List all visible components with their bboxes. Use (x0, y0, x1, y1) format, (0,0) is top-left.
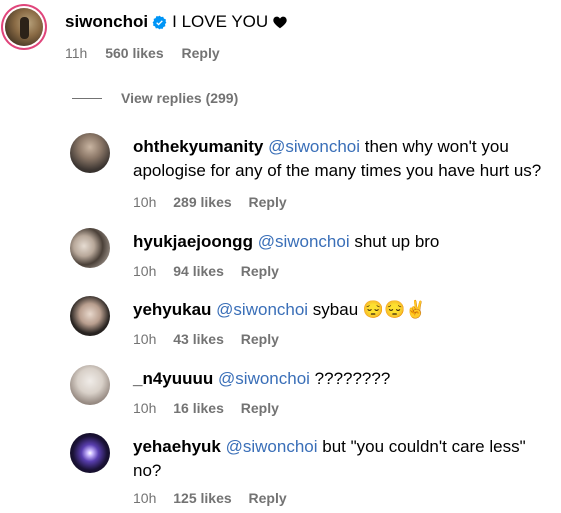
reply-button[interactable]: Reply (241, 331, 279, 347)
timestamp: 11h (65, 45, 88, 61)
reply-text: hyukjaejoongg @siwonchoi shut up bro (133, 230, 553, 254)
mention-link[interactable]: @siwonchoi (226, 437, 318, 456)
reply-button[interactable]: Reply (249, 490, 287, 506)
reply-meta: 10h 125 likes Reply (133, 490, 300, 506)
divider (72, 97, 102, 99)
likes-count[interactable]: 43 likes (173, 331, 224, 347)
reply-meta: 10h 43 likes Reply (133, 331, 292, 347)
view-replies-button[interactable]: View replies (299) (72, 90, 238, 106)
mention-link[interactable]: @siwonchoi (258, 232, 350, 251)
likes-count[interactable]: 94 likes (173, 263, 224, 279)
username[interactable]: yehaehyuk (133, 437, 221, 456)
username[interactable]: siwonchoi (65, 12, 148, 32)
mention-link[interactable]: @siwonchoi (216, 300, 308, 319)
reply-body: shut up bro (349, 232, 440, 251)
likes-count[interactable]: 16 likes (173, 400, 224, 416)
heart-icon (273, 16, 287, 28)
reply-button[interactable]: Reply (182, 45, 220, 61)
timestamp: 10h (133, 263, 157, 279)
username[interactable]: _n4yuuuu (133, 369, 213, 388)
reply-text: _n4yuuuu @siwonchoi ???????? (133, 367, 553, 391)
avatar[interactable] (70, 228, 110, 268)
username[interactable]: hyukjaejoongg (133, 232, 253, 251)
mention-link[interactable]: @siwonchoi (268, 137, 360, 156)
reply-meta: 10h 16 likes Reply (133, 400, 292, 416)
avatar[interactable] (5, 8, 43, 46)
reply-text: ohthekyumanity @siwonchoi then why won't… (133, 135, 553, 183)
reply-text: yehyukau @siwonchoi sybau 😔😔✌ (133, 298, 553, 322)
username[interactable]: ohthekyumanity (133, 137, 263, 156)
timestamp: 10h (133, 331, 157, 347)
reply-meta: 10h 94 likes Reply (133, 263, 292, 279)
comment-meta: 11h 560 likes Reply (65, 45, 234, 61)
reply-button[interactable]: Reply (241, 400, 279, 416)
timestamp: 10h (133, 194, 157, 210)
comment-text: I LOVE YOU (172, 12, 269, 31)
view-replies-label: View replies (299) (121, 90, 239, 106)
avatar[interactable] (70, 365, 110, 405)
top-comment-line: siwonchoi I LOVE YOU (65, 12, 287, 32)
top-comment: siwonchoi I LOVE YOU 11h 560 likes Reply (0, 0, 561, 90)
mention-link[interactable]: @siwonchoi (218, 369, 310, 388)
reply-body: ???????? (309, 369, 391, 388)
likes-count[interactable]: 289 likes (173, 194, 231, 210)
reply-button[interactable]: Reply (241, 263, 279, 279)
avatar[interactable] (70, 296, 110, 336)
reply-body: sybau 😔😔✌ (308, 300, 427, 319)
avatar[interactable] (70, 433, 110, 473)
likes-count[interactable]: 560 likes (105, 45, 163, 61)
verified-badge-icon (152, 15, 167, 29)
reply-text: yehaehyuk @siwonchoi but "you couldn't c… (133, 435, 553, 483)
reply-button[interactable]: Reply (249, 194, 287, 210)
reply-meta: 10h 289 likes Reply (133, 194, 300, 210)
username[interactable]: yehyukau (133, 300, 211, 319)
timestamp: 10h (133, 490, 157, 506)
avatar[interactable] (70, 133, 110, 173)
timestamp: 10h (133, 400, 157, 416)
likes-count[interactable]: 125 likes (173, 490, 231, 506)
